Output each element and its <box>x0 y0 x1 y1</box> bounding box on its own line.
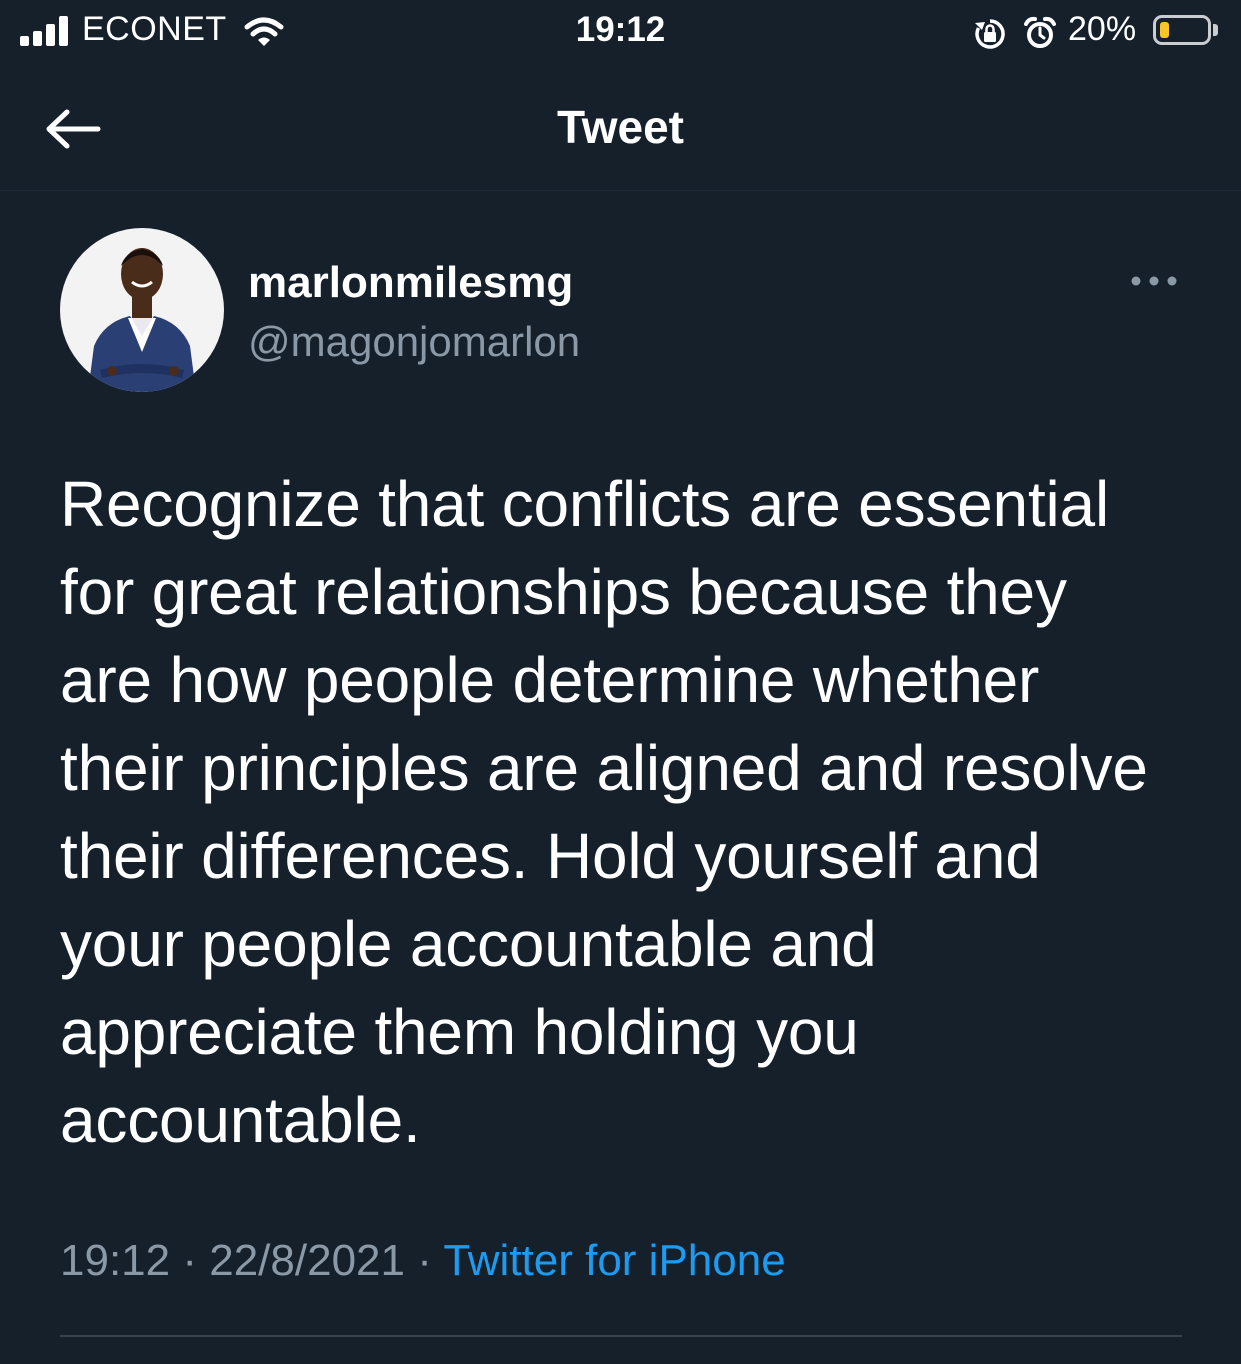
author-display-name[interactable]: marlonmilesmg <box>248 258 573 308</box>
battery-percent: 20% <box>1068 10 1137 48</box>
tweet-author: marlonmilesmg @magonjomarlon <box>0 228 1241 398</box>
avatar-image <box>60 228 224 392</box>
alarm-icon <box>1024 16 1056 48</box>
battery-level-fill <box>1160 22 1169 38</box>
tweet-time: 19:12 <box>60 1236 171 1285</box>
tweet-source-link[interactable]: Twitter for iPhone <box>443 1236 785 1285</box>
author-handle[interactable]: @magonjomarlon <box>248 318 580 366</box>
tweet-text: Recognize that conflicts are essential f… <box>60 468 1148 1156</box>
top-navigation-bar: Tweet <box>0 64 1241 191</box>
more-horizontal-icon[interactable] <box>1124 264 1184 298</box>
avatar[interactable] <box>60 228 224 392</box>
divider <box>60 1335 1182 1337</box>
page-title: Tweet <box>557 101 684 153</box>
tweet-date: 22/8/2021 <box>209 1236 405 1285</box>
status-bar: ECONET 19:12 20% <box>0 0 1241 64</box>
meta-separator: · <box>417 1236 432 1285</box>
battery-icon <box>1153 15 1211 45</box>
meta-separator: · <box>182 1236 197 1285</box>
tweet-meta: 19:12 · 22/8/2021 · Twitter for iPhone <box>60 1236 786 1286</box>
rotation-lock-icon <box>975 19 1005 49</box>
battery-tip <box>1213 24 1218 36</box>
